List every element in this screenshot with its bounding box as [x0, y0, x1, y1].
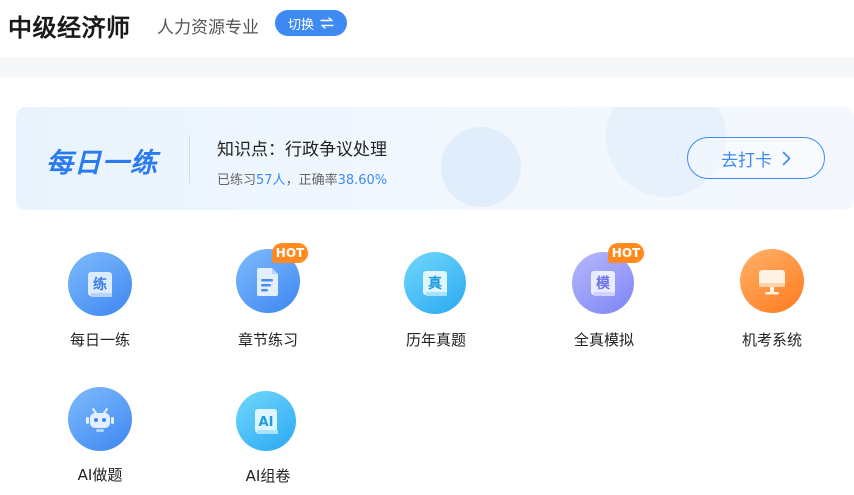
header: 中级经济师 人力资源专业 切换 [0, 0, 854, 50]
feature-daily-practice[interactable]: 练 每日一练 [40, 252, 160, 352]
feature-past-exams[interactable]: 真 历年真题 [376, 252, 496, 352]
swap-arrows-icon [320, 17, 334, 29]
practice-stats: 已练习57人，正确率38.60% [217, 169, 387, 188]
feature-chapter-practice[interactable]: HOT 章节练习 [208, 243, 328, 349]
daily-practice-logo: 每日一练 [46, 148, 158, 179]
switch-label: 切换 [287, 17, 314, 33]
hot-badge: HOT [272, 243, 308, 263]
feature-ai-practice[interactable]: AI做题 [40, 387, 160, 487]
feature-mock-exam[interactable]: 模 HOT 全真模拟 [544, 243, 664, 352]
knowledge-point-title: 知识点：行政争议处理 [217, 140, 387, 160]
exam-book-icon: 真 [404, 252, 466, 314]
feature-ai-paper[interactable]: AI AI组卷 [208, 391, 328, 491]
chevron-right-icon [782, 151, 791, 165]
app-title: 中级经济师 [8, 14, 131, 42]
svg-text:模: 模 [596, 275, 611, 292]
card-divider [189, 135, 190, 183]
practice-book-icon: 练 [68, 252, 132, 316]
robot-icon [68, 387, 132, 451]
section-separator [0, 57, 854, 77]
switch-button[interactable]: 切换 [275, 10, 347, 36]
svg-text:AI: AI [259, 415, 274, 430]
stats-middle: ，正确率 [285, 173, 338, 188]
hot-badge: HOT [608, 243, 644, 263]
feature-label: 每日一练 [69, 331, 130, 349]
ai-paper-icon: AI [236, 391, 296, 451]
feature-label: AI做题 [77, 466, 123, 484]
check-in-button[interactable]: 去打卡 [687, 137, 825, 179]
svg-text:练: 练 [93, 276, 107, 293]
svg-text:真: 真 [428, 275, 442, 292]
stats-rate: 38.60% [337, 173, 388, 188]
daily-practice-card[interactable]: 每日一练 知识点：行政争议处理 已练习57人，正确率38.60% 去打卡 [16, 107, 854, 210]
feature-label: 机考系统 [741, 331, 802, 349]
check-in-label: 去打卡 [721, 150, 772, 171]
decor-circle [441, 127, 521, 207]
subject-label: 人力资源专业 [157, 18, 259, 38]
stats-prefix: 已练习 [217, 173, 257, 188]
feature-label: 章节练习 [237, 331, 298, 349]
feature-computer-exam[interactable]: 机考系统 [712, 249, 832, 349]
computer-icon [740, 249, 804, 313]
feature-label: 历年真题 [405, 331, 466, 349]
feature-label: AI组卷 [245, 467, 291, 485]
stats-count: 57人 [256, 173, 286, 188]
feature-label: 全真模拟 [573, 331, 634, 349]
